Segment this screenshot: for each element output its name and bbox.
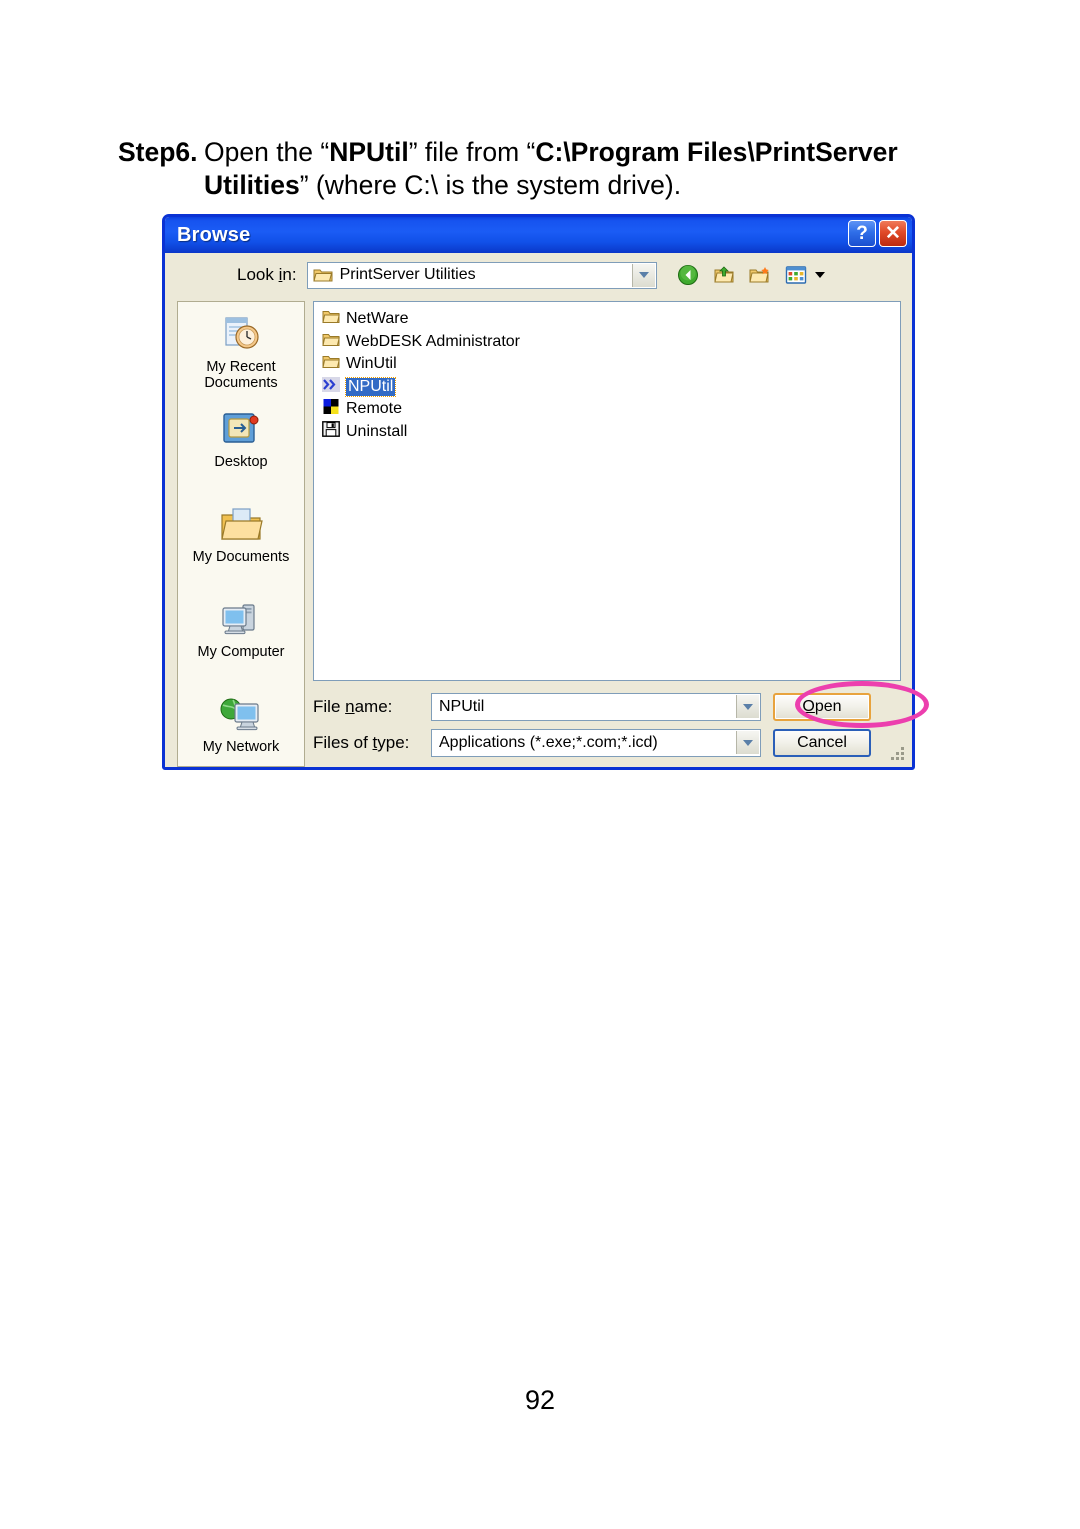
list-item-label: NetWare	[346, 310, 409, 328]
place-my-documents[interactable]: My Documents	[178, 498, 304, 593]
files-of-type-value: Applications (*.exe;*.com;*.icd)	[439, 734, 658, 751]
folder-icon	[322, 332, 340, 352]
place-label: Desktop	[214, 454, 268, 470]
step-label: Step6.	[118, 137, 198, 167]
files-of-type-label: Files of type:	[313, 733, 410, 752]
my-computer-icon	[219, 597, 263, 643]
new-folder-icon[interactable]	[747, 263, 773, 287]
titlebar-buttons: ? ✕	[848, 220, 907, 247]
dialog-titlebar[interactable]: Browse ? ✕	[165, 217, 912, 253]
folder-icon	[322, 309, 340, 329]
file-name-row: File name: NPUtil	[313, 693, 761, 721]
open-button[interactable]: Open	[773, 693, 871, 721]
folder-icon	[322, 354, 340, 374]
four-color-squares-icon	[322, 399, 340, 419]
views-icon[interactable]	[783, 263, 809, 287]
place-label: My Network	[202, 739, 280, 755]
file-name-label: File name:	[313, 697, 393, 716]
files-of-type-row: Files of type: Applications (*.exe;*.com…	[313, 729, 761, 757]
list-item[interactable]: Uninstall	[318, 421, 900, 444]
place-my-computer[interactable]: My Computer	[178, 593, 304, 688]
cancel-button-label: Cancel	[797, 734, 847, 751]
page-number: 92	[524, 1385, 556, 1415]
floppy-disk-icon	[322, 421, 340, 442]
list-item[interactable]: NetWare	[318, 308, 900, 331]
place-my-network[interactable]: My Network	[178, 688, 304, 767]
list-item-selected[interactable]: NPUtil	[318, 376, 900, 399]
step-text-pre: Open the “	[204, 137, 330, 167]
step-text-mid: ” file from “	[408, 137, 536, 167]
list-item[interactable]: WinUtil	[318, 353, 900, 376]
desktop-icon	[220, 407, 262, 453]
chevron-down-icon[interactable]	[631, 263, 655, 287]
dialog-title: Browse	[177, 223, 251, 246]
step-instruction: Step6. Open the “NPUtil” file from “C:\Pr…	[118, 136, 918, 203]
chevron-down-icon[interactable]	[736, 695, 759, 718]
list-item[interactable]: WebDESK Administrator	[318, 331, 900, 354]
step-line-2: Utilities” (where C:\ is the system driv…	[118, 169, 918, 202]
chevrons-app-icon	[322, 376, 340, 397]
step-text-post: ” (where C:\ is the system drive).	[299, 170, 682, 201]
list-item-label: WebDESK Administrator	[346, 332, 520, 350]
open-button-label: Open	[802, 698, 842, 715]
list-item-label: Remote	[346, 400, 403, 418]
lookin-label: Look in:	[237, 265, 297, 284]
place-label: My Computer	[197, 644, 285, 660]
place-label: My Recent Documents	[204, 359, 278, 391]
step-bold-utilities: Utilities	[204, 170, 300, 201]
place-label: My Documents	[192, 549, 290, 565]
close-icon[interactable]: ✕	[879, 220, 907, 247]
list-item-label: WinUtil	[346, 355, 397, 373]
chevron-down-icon[interactable]	[736, 731, 759, 754]
back-arrow-icon[interactable]	[675, 263, 701, 287]
step-line-1: Step6. Open the “NPUtil” file from “C:\Pr…	[118, 136, 918, 169]
place-desktop[interactable]: Desktop	[178, 403, 304, 498]
step-bold-nputil: NPUtil	[329, 137, 409, 167]
my-network-icon	[219, 692, 263, 738]
help-glyph: ?	[856, 222, 868, 244]
place-my-recent-documents[interactable]: My Recent Documents	[178, 308, 304, 403]
lookin-combobox[interactable]: PrintServer Utilities	[306, 261, 657, 289]
file-name-value: NPUtil	[439, 698, 485, 715]
up-folder-icon[interactable]	[711, 263, 737, 287]
list-item-label: NPUtil	[344, 376, 397, 397]
places-bar: My Recent Documents Desktop My Documents…	[177, 301, 305, 767]
help-icon[interactable]: ?	[848, 220, 876, 247]
file-name-input[interactable]: NPUtil	[431, 693, 761, 721]
my-documents-icon	[219, 502, 263, 548]
recent-documents-icon	[219, 312, 263, 358]
views-chevron-down-icon[interactable]	[814, 272, 825, 278]
close-glyph: ✕	[885, 223, 901, 244]
lookin-row: Look in: PrintServer Utilities	[165, 253, 912, 297]
list-item[interactable]: Remote	[318, 398, 900, 421]
cancel-button[interactable]: Cancel	[773, 729, 871, 757]
resize-grip[interactable]	[891, 747, 905, 761]
step-bold-path: C:\Program Files\PrintServer	[535, 137, 898, 167]
list-item-label: Uninstall	[346, 422, 408, 440]
files-of-type-select[interactable]: Applications (*.exe;*.com;*.icd)	[431, 729, 761, 757]
file-list[interactable]: NetWare WebDESK Administrator WinUtil NP…	[313, 301, 901, 681]
lookin-value: PrintServer Utilities	[339, 266, 476, 283]
browse-dialog: Browse ? ✕ Look in: PrintServer Utilitie…	[162, 214, 915, 770]
dialog-toolbar	[675, 263, 825, 287]
folder-open-icon	[312, 267, 333, 283]
